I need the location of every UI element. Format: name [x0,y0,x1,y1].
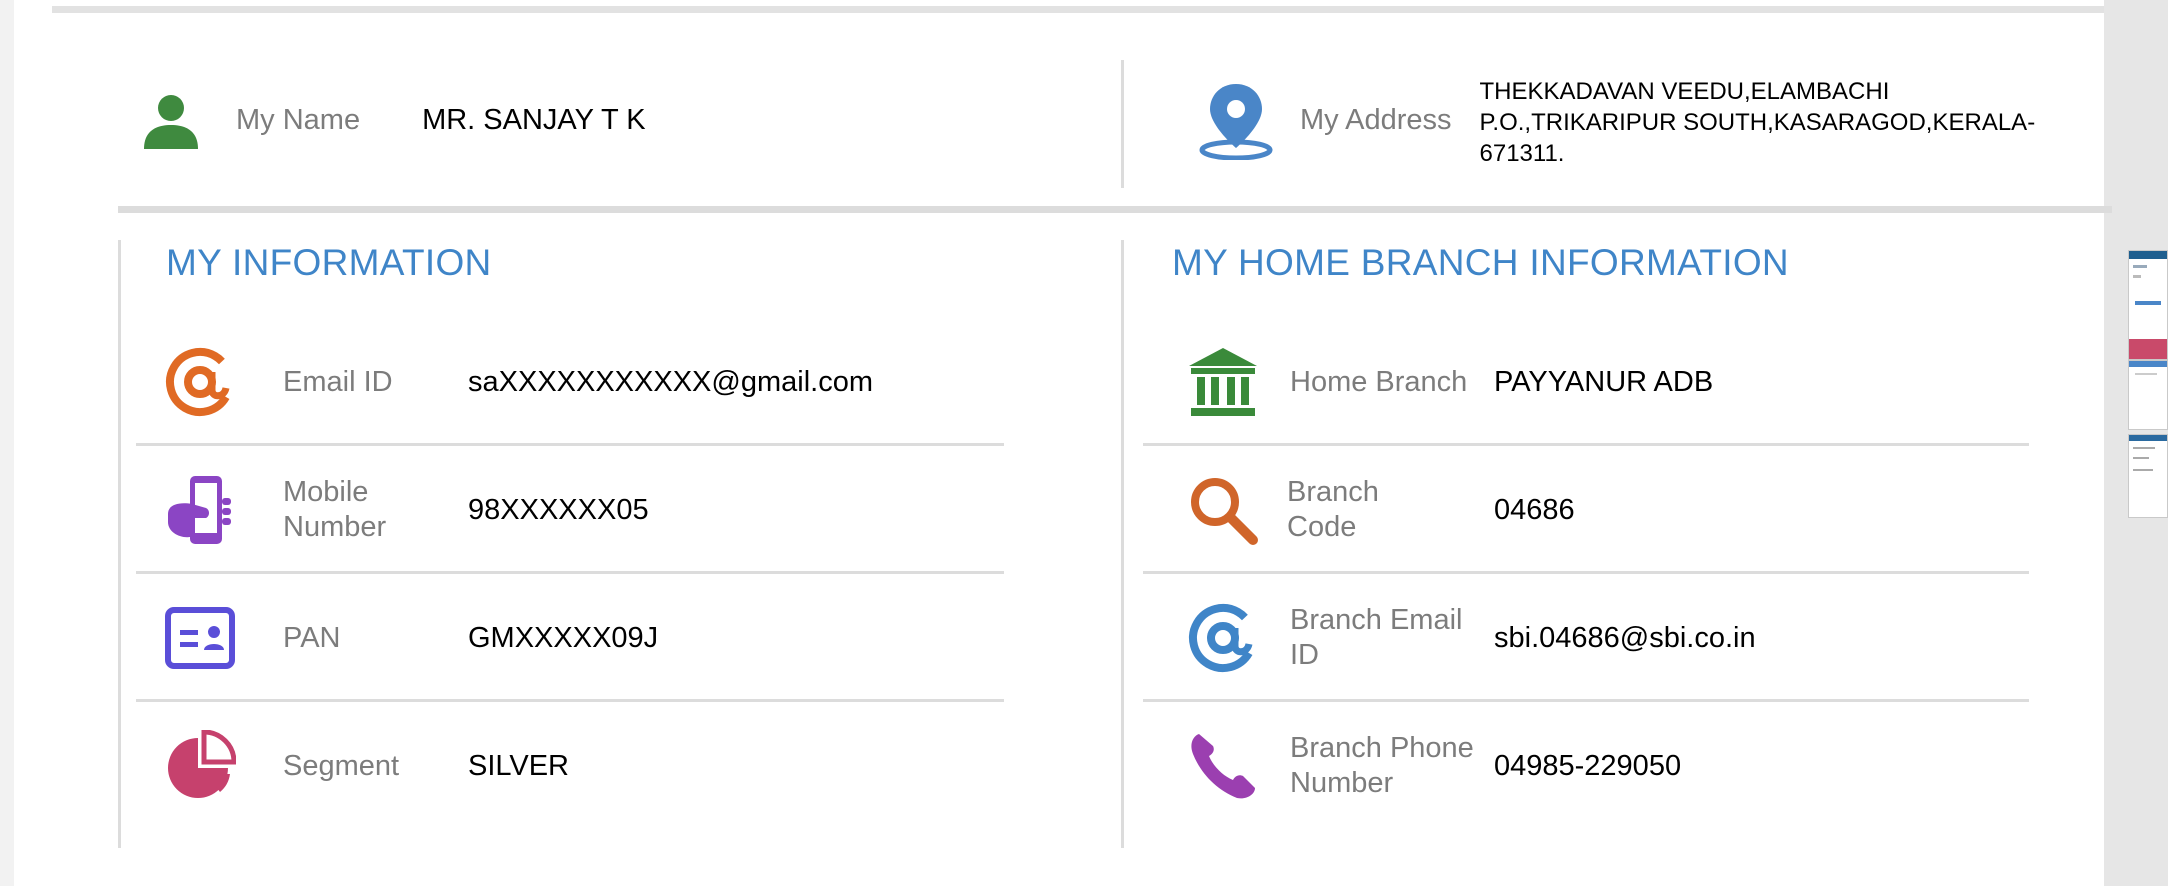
branch-email-label: Branch Email ID [1290,604,1463,671]
pan-value: GMXXXXX09J [468,621,659,654]
search-icon [1191,478,1258,545]
person-icon [144,95,198,149]
bank-building-icon [1189,348,1257,416]
my-name-label: My Name [236,103,361,136]
mobile-row: Mobile Number 98XXXXXX05 [118,446,1004,574]
email-value: saXXXXXXXXXXX@gmail.com [468,365,873,398]
home-branch-row: Home Branch PAYYANUR ADB [1125,318,2029,446]
pan-row: PAN GMXXXXX09J [118,574,1004,702]
email-row: Email ID saXXXXXXXXXXX@gmail.com [118,318,1004,446]
location-pin-icon [1199,84,1273,160]
home-branch-label: Home Branch [1290,365,1468,398]
at-sign-icon [166,348,234,416]
branch-code-value: 04686 [1494,493,1575,526]
branch-phone-row: Branch Phone Number 04985-229050 [1125,702,2029,830]
mobile-value: 98XXXXXX05 [468,493,649,526]
my-address-block: My Address THEKKADAVAN VEEDU,ELAMBACHI P… [1198,72,2035,168]
page-thumbnail-1[interactable] [2128,250,2168,360]
page-thumbnail-3[interactable] [2128,434,2168,518]
my-address-label: My Address [1300,103,1452,136]
branch-email-row: Branch Email ID sbi.04686@sbi.co.in [1125,574,2029,702]
segment-value: SILVER [468,749,570,782]
my-address-value: THEKKADAVAN VEEDU,ELAMBACHI P.O.,TRIKARI… [1480,76,2036,169]
profile-bottom-rule [118,206,2112,213]
my-name-value: MR. SANJAY T K [422,103,646,136]
branch-phone-value: 04985-229050 [1494,749,1682,782]
segment-row: Segment SILVER [118,702,1004,830]
branch-code-label: Branch Code [1287,476,1379,543]
pan-label: PAN [283,621,341,654]
top-divider [52,6,2104,13]
branch-info-left-border [1121,240,1124,848]
branch-email-value: sbi.04686@sbi.co.in [1494,621,1756,654]
profile-divider [1121,60,1124,188]
window-left-edge [0,0,14,886]
address-line-2: P.O.,TRIKARIPUR SOUTH,KASARAGOD,KERALA- [1479,108,2036,136]
id-card-icon [165,607,235,669]
pie-chart-icon [168,730,236,798]
home-branch-information-title: MY HOME BRANCH INFORMATION [1172,242,1789,283]
branch-phone-label: Branch Phone Number [1290,732,1474,799]
email-label: Email ID [283,365,393,398]
page-thumbnail-2[interactable] [2128,360,2168,430]
segment-label: Segment [283,749,400,782]
at-sign-icon [1189,604,1257,672]
mobile-phone-icon [168,476,231,544]
my-information-title: MY INFORMATION [166,242,492,283]
my-name-block: My Name MR. SANJAY T K [140,80,646,160]
phone-icon [1191,734,1255,799]
address-line-1: THEKKADAVAN VEEDU,ELAMBACHI [1479,77,1890,105]
home-branch-value: PAYYANUR ADB [1494,365,1714,398]
mobile-label: Mobile Number [283,476,387,543]
address-line-3: 671311. [1479,139,1565,167]
branch-code-row: Branch Code 04686 [1125,446,2029,574]
